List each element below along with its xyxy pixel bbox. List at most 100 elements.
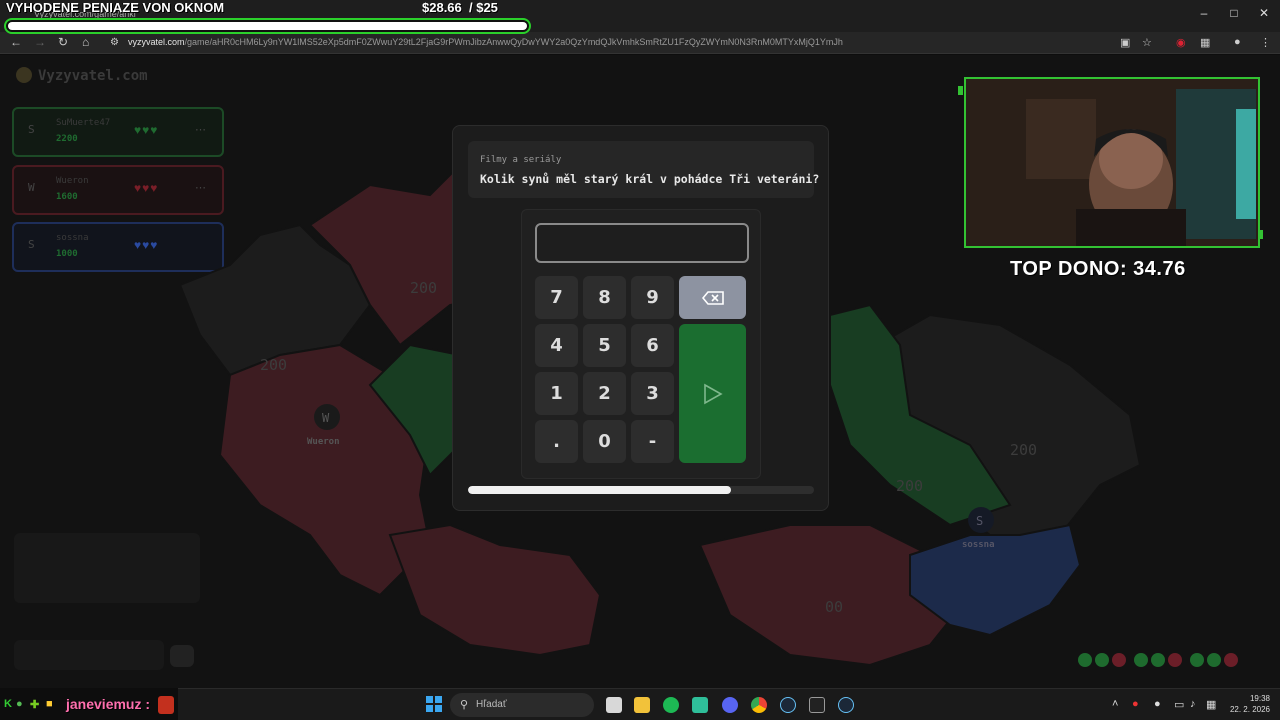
player-score: 2200 xyxy=(56,134,78,144)
battery-icon[interactable]: ▦ xyxy=(1206,698,1216,711)
top-donation-label: TOP DONO: 34.76 xyxy=(1010,258,1186,280)
site-logo[interactable]: Vyzyvatel.com xyxy=(16,67,148,84)
map-region-value: 200 xyxy=(260,356,287,374)
timer-fill xyxy=(468,486,731,494)
logo-text: Vyzyvatel.com xyxy=(38,68,148,84)
round-history-dot xyxy=(1224,653,1238,667)
key-9[interactable]: 9 xyxy=(631,276,674,319)
key-6[interactable]: 6 xyxy=(631,324,674,367)
player-avatar: W xyxy=(28,181,35,194)
home-icon[interactable]: ⌂ xyxy=(82,35,89,49)
overlay-money: $28.66 / $25 xyxy=(422,0,498,15)
question-box: Filmy a seriály Kolik synů měl starý krá… xyxy=(468,141,819,198)
menu-kebab-icon[interactable]: ⋮ xyxy=(1260,36,1271,49)
backspace-button[interactable] xyxy=(679,276,746,319)
close-icon[interactable]: ✕ xyxy=(1252,6,1276,20)
map-region-value: 200 xyxy=(1010,441,1037,459)
epic-games-icon[interactable] xyxy=(809,697,825,713)
player-name: sossna xyxy=(56,233,89,243)
money-goal: / $25 xyxy=(469,0,498,15)
backspace-icon xyxy=(701,290,724,305)
answer-input[interactable] xyxy=(535,223,749,263)
money-raised: $28.66 xyxy=(422,0,462,15)
chat-message: K ● ✚ ■ janeviemuz : xyxy=(0,696,190,718)
discord-icon[interactable] xyxy=(722,697,738,713)
forward-icon[interactable]: → xyxy=(34,35,46,49)
webcam-image xyxy=(966,79,1258,246)
key-4[interactable]: 4 xyxy=(535,324,578,367)
bookmark-star-icon[interactable]: ☆ xyxy=(1142,36,1152,49)
player-avatar: S xyxy=(28,123,35,136)
badge-icon: ✚ xyxy=(30,699,40,711)
address-bar: ← → ↻ ⌂ ⚙ vyzyvatel.com/game/aHR0cHM6Ly9… xyxy=(0,32,1280,54)
steam-icon[interactable] xyxy=(838,697,854,713)
badge-icon: ■ xyxy=(46,698,53,710)
url-path: /game/aHR0cHM6Ly9nYW1lMS52eXp5dmF0ZWwuY2… xyxy=(184,37,843,47)
overlay-title: VYHODENE PENIAZE VON OKNOM xyxy=(6,0,225,15)
player-hearts: ♥♥♥ xyxy=(134,181,159,195)
map-player-name: Wueron xyxy=(307,437,340,447)
url-domain: vyzyvatel.com xyxy=(128,37,185,47)
timer-bar xyxy=(468,486,814,494)
app-icon[interactable] xyxy=(692,697,708,713)
key-2[interactable]: 2 xyxy=(583,372,626,415)
webcam-frame-corner xyxy=(1258,230,1263,239)
tray-app-icon[interactable]: ● xyxy=(1132,698,1139,710)
profile-icon[interactable]: ● xyxy=(1234,36,1241,48)
steam-icon[interactable] xyxy=(780,697,796,713)
key-minus[interactable]: - xyxy=(631,420,674,463)
network-icon[interactable]: ▭ xyxy=(1174,698,1184,711)
player-avatar: S xyxy=(28,238,35,251)
microphone-icon[interactable]: ● xyxy=(1154,698,1161,710)
blurred-chat-input xyxy=(14,640,164,670)
round-history-dot xyxy=(1207,653,1221,667)
minimize-icon[interactable]: – xyxy=(1192,6,1216,20)
reload-icon[interactable]: ↻ xyxy=(58,35,68,49)
map-region-value: 200 xyxy=(896,477,923,495)
chrome-icon[interactable] xyxy=(751,697,767,713)
round-history-dot xyxy=(1190,653,1204,667)
player-score: 1600 xyxy=(56,192,78,202)
site-info-icon[interactable]: ⚙ xyxy=(110,37,119,48)
spotify-icon[interactable] xyxy=(663,697,679,713)
file-explorer-icon[interactable] xyxy=(634,697,650,713)
round-history-dot xyxy=(1095,653,1109,667)
taskbar-search[interactable]: ⚲ Hľadať xyxy=(450,693,594,717)
chat-username: janeviemuz : xyxy=(66,696,151,712)
task-view-icon[interactable] xyxy=(606,697,622,713)
volume-icon[interactable]: ♪ xyxy=(1190,698,1196,710)
windows-start-icon[interactable] xyxy=(426,696,442,712)
cast-icon[interactable]: ▣ xyxy=(1120,36,1130,49)
round-history-dot xyxy=(1168,653,1182,667)
extensions-puzzle-icon[interactable]: ▦ xyxy=(1200,36,1210,49)
question-category: Filmy a seriály xyxy=(480,155,562,165)
key-3[interactable]: 3 xyxy=(631,372,674,415)
question-modal: Filmy a seriály Kolik synů měl starý krá… xyxy=(452,125,829,511)
maximize-icon[interactable]: □ xyxy=(1222,6,1246,20)
player-name: SuMuerte47 xyxy=(56,118,111,128)
url-field[interactable]: vyzyvatel.com/game/aHR0cHM6Ly9nYW1lMS52e… xyxy=(128,37,843,47)
extension-icon[interactable]: ◉ xyxy=(1176,36,1186,49)
play-icon xyxy=(703,383,723,404)
map-region-red[interactable] xyxy=(388,523,602,657)
back-icon[interactable]: ← xyxy=(10,35,22,49)
emote-icon xyxy=(158,696,174,714)
badge-icon: K xyxy=(4,698,12,710)
clock-date: 22. 2. 2026 xyxy=(1229,705,1270,714)
player-score: 1000 xyxy=(56,249,78,259)
key-8[interactable]: 8 xyxy=(583,276,626,319)
tray-chevron-icon[interactable]: ˄ xyxy=(1112,698,1118,710)
round-history-dot xyxy=(1078,653,1092,667)
taskbar-clock[interactable]: 19:38 22. 2. 2026 xyxy=(1226,693,1270,715)
key-1[interactable]: 1 xyxy=(535,372,578,415)
player-name: Wueron xyxy=(56,176,89,186)
key-0[interactable]: 0 xyxy=(583,420,626,463)
logo-icon xyxy=(16,67,32,83)
key-7[interactable]: 7 xyxy=(535,276,578,319)
round-history-dot xyxy=(1134,653,1148,667)
submit-button[interactable] xyxy=(679,324,746,463)
round-history-dot xyxy=(1151,653,1165,667)
key-5[interactable]: 5 xyxy=(583,324,626,367)
taskbar: ⚲ Hľadať ˄ ● ● ▭ ♪ ▦ 19:38 22. 2. 2026 xyxy=(178,688,1280,720)
key-decimal[interactable]: . xyxy=(535,420,578,463)
